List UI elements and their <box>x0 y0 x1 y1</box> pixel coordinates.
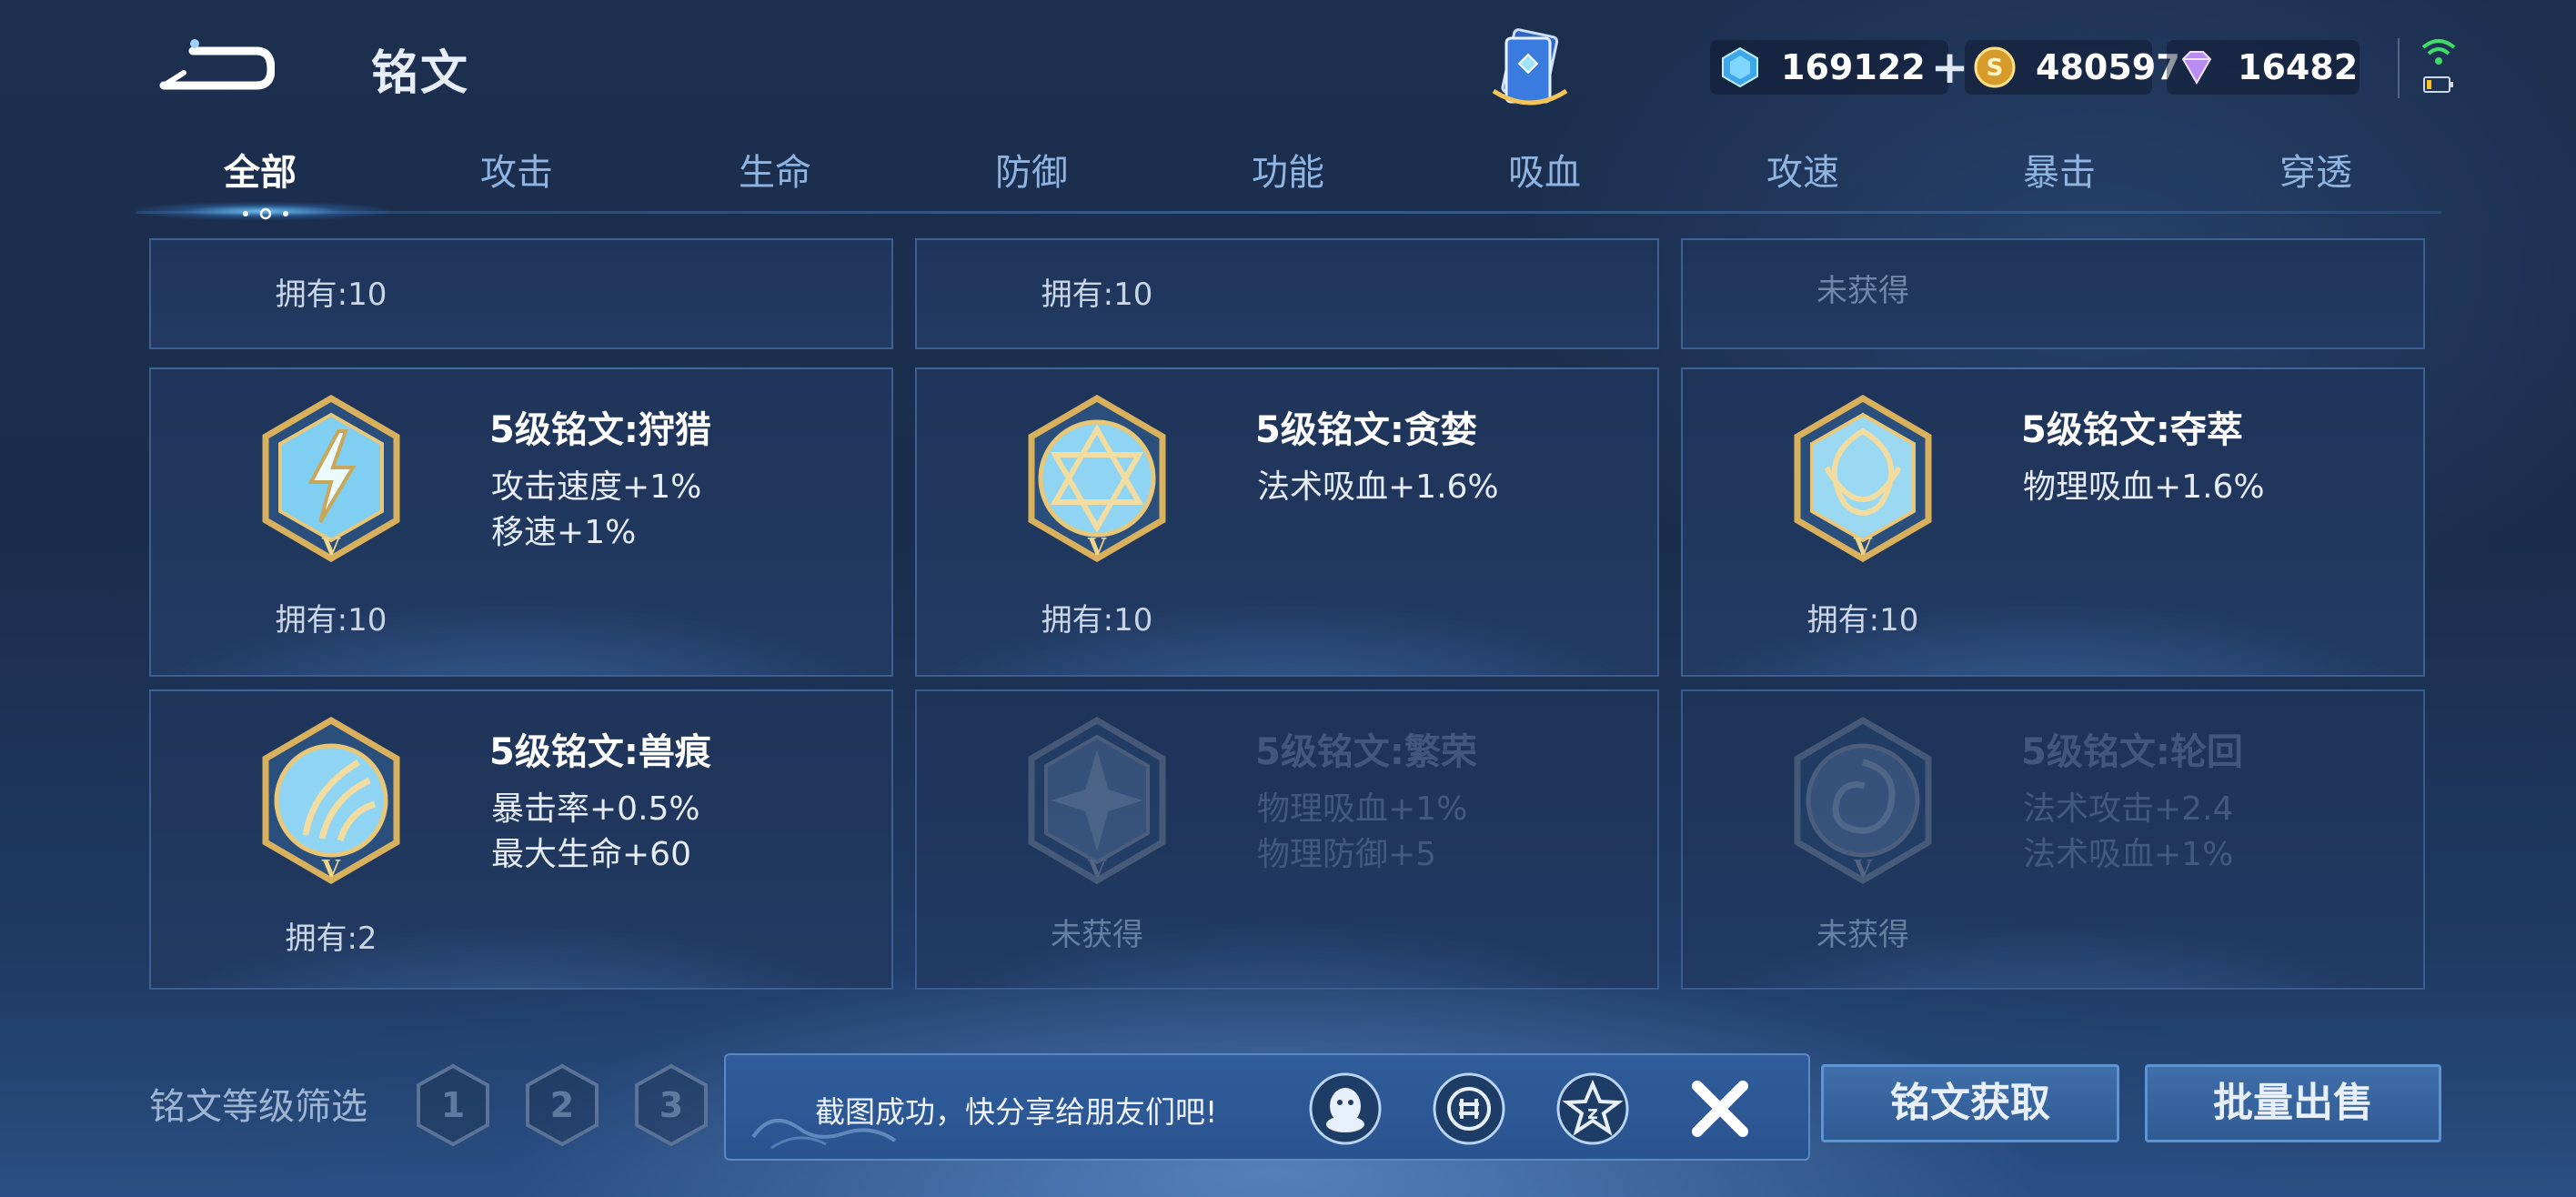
level-filter-2[interactable]: 2 <box>524 1062 600 1148</box>
lightning-rune-icon: V <box>262 395 400 562</box>
rune-stat: 法术吸血+1% <box>2023 836 2234 873</box>
svg-text:z: z <box>1587 1101 1598 1123</box>
swirl-rune-icon: V <box>1794 717 1932 884</box>
claw-rune-icon: V <box>262 717 400 884</box>
svg-text:V: V <box>1087 534 1107 561</box>
rune-pack-icon[interactable] <box>1484 27 1575 115</box>
rune-card-hunt[interactable]: V 5级铭文:狩猎 攻击速度+1% 移速+1% 拥有:10 <box>149 367 893 677</box>
toast-message: 截图成功，快分享给朋友们吧! <box>815 1094 1218 1130</box>
knot-rune-icon: V <box>1794 395 1932 562</box>
rune-acquire-button[interactable]: 铭文获取 <box>1821 1064 2119 1142</box>
rune-name: 5级铭文:夺萃 <box>2021 409 2243 451</box>
rune-stat: 法术吸血+1.6% <box>1257 468 1499 506</box>
rune-card-plunder[interactable]: V 5级铭文:夺萃 物理吸血+1.6% 拥有:10 <box>1681 367 2425 677</box>
back-button[interactable] <box>156 33 276 96</box>
back-arrow-icon <box>159 39 276 90</box>
level-filter-1[interactable]: 1 <box>415 1062 491 1148</box>
tab-all[interactable]: 全部 <box>151 136 369 209</box>
svg-text:V: V <box>1853 856 1873 883</box>
owned-count: 拥有:10 <box>1806 602 1919 639</box>
gem-count: 16482 <box>2238 47 2359 87</box>
share-qq-button[interactable] <box>1308 1071 1383 1146</box>
wifi-icon <box>2421 39 2456 65</box>
rune-name: 5级铭文:轮回 <box>2021 731 2243 773</box>
rune-stat: 物理防御+5 <box>1257 836 1437 873</box>
rune-stat: 物理吸血+1% <box>1257 790 1468 828</box>
flower-rune-icon: V <box>1028 717 1166 884</box>
gem-balance: 16482 <box>2167 40 2360 95</box>
close-toast-button[interactable] <box>1688 1077 1752 1141</box>
rune-stat: 移速+1% <box>491 514 637 551</box>
diamond-count: 169122 <box>1781 47 1926 87</box>
svg-text:V: V <box>1853 534 1873 561</box>
rune-card-beast-mark[interactable]: V 5级铭文:兽痕 暴击率+0.5% 最大生命+60 拥有:2 <box>149 689 893 990</box>
qq-icon <box>1309 1072 1382 1145</box>
tab-function[interactable]: 功能 <box>1179 136 1397 209</box>
owned-count: 拥有:10 <box>275 602 387 639</box>
share-wechat-moments-button[interactable] <box>1432 1071 1506 1146</box>
gold-coin-icon: S <box>1974 46 2016 88</box>
bulk-sell-button[interactable]: 批量出售 <box>2145 1064 2441 1142</box>
rune-card-greed[interactable]: V 5级铭文:贪婪 法术吸血+1.6% 拥有:10 <box>915 367 1659 677</box>
diamond-icon <box>1722 46 1758 88</box>
owned-count: 未获得 <box>1816 917 1909 953</box>
tab-attack[interactable]: 攻击 <box>408 136 626 209</box>
level-number: 3 <box>659 1085 683 1125</box>
rune-name: 5级铭文:繁荣 <box>1255 731 1477 773</box>
wechat-moments-icon <box>1433 1072 1505 1145</box>
tab-critical[interactable]: 暴击 <box>1950 136 2168 209</box>
owned-count: 未获得 <box>1816 273 1909 309</box>
svg-text:V: V <box>1087 856 1107 883</box>
gem-icon <box>2181 51 2212 86</box>
rune-stat: 暴击率+0.5% <box>491 790 700 828</box>
owned-count: 拥有:2 <box>285 920 377 957</box>
tab-penetration[interactable]: 穿透 <box>2207 136 2425 209</box>
rune-name: 5级铭文:贪婪 <box>1255 409 1477 451</box>
share-qzone-button[interactable]: z <box>1555 1071 1630 1146</box>
svg-text:S: S <box>1987 55 2004 82</box>
divider <box>2398 38 2400 98</box>
level-number: 2 <box>550 1085 574 1125</box>
rune-card[interactable]: 拥有:10 <box>149 238 893 349</box>
rune-category-tabs: 全部 攻击 生命 防御 功能 吸血 攻速 暴击 穿透 <box>136 136 2438 213</box>
level-filter-3[interactable]: 3 <box>633 1062 709 1148</box>
page-title: 铭文 <box>371 46 470 101</box>
rune-stat: 物理吸血+1.6% <box>2023 468 2265 506</box>
active-tab-ornament <box>243 207 288 220</box>
rune-stat: 最大生命+60 <box>491 836 691 873</box>
tab-attack-speed[interactable]: 攻速 <box>1694 136 1912 209</box>
rune-card[interactable]: 未获得 <box>1681 238 2425 349</box>
rune-stat: 法术攻击+2.4 <box>2023 790 2234 828</box>
owned-count: 拥有:10 <box>275 277 387 313</box>
add-diamond-button[interactable]: + <box>1931 45 1969 90</box>
tab-lifesteal[interactable]: 吸血 <box>1435 136 1654 209</box>
svg-text:V: V <box>321 534 341 561</box>
screenshot-share-toast: 截图成功，快分享给朋友们吧! z <box>724 1053 1810 1161</box>
owned-count: 拥有:10 <box>1041 277 1153 313</box>
qzone-icon: z <box>1556 1072 1629 1145</box>
rune-stat: 攻击速度+1% <box>491 468 702 506</box>
battery-icon <box>2423 76 2453 93</box>
owned-count: 拥有:10 <box>1041 602 1153 639</box>
rune-name: 5级铭文:兽痕 <box>489 731 711 773</box>
svg-text:V: V <box>321 856 341 883</box>
rune-card-reincarnation[interactable]: V 5级铭文:轮回 法术攻击+2.4 法术吸血+1% 未获得 <box>1681 689 2425 990</box>
tab-defense[interactable]: 防御 <box>922 136 1141 209</box>
rune-card[interactable]: 拥有:10 <box>915 238 1659 349</box>
star-rune-icon: V <box>1028 395 1166 562</box>
gold-count: 480597 <box>2036 47 2180 87</box>
tab-underline <box>136 211 2441 214</box>
rune-card-prosperity[interactable]: V 5级铭文:繁荣 物理吸血+1% 物理防御+5 未获得 <box>915 689 1659 990</box>
close-icon <box>1692 1081 1748 1137</box>
owned-count: 未获得 <box>1051 917 1143 953</box>
gold-balance: S 480597 <box>1965 40 2180 95</box>
tab-health[interactable]: 生命 <box>666 136 884 209</box>
level-number: 1 <box>441 1085 465 1125</box>
diamond-balance: 169122 + <box>1710 40 1969 95</box>
rune-name: 5级铭文:狩猎 <box>489 409 711 451</box>
rune-level-filter-label: 铭文等级筛选 <box>149 1086 367 1128</box>
